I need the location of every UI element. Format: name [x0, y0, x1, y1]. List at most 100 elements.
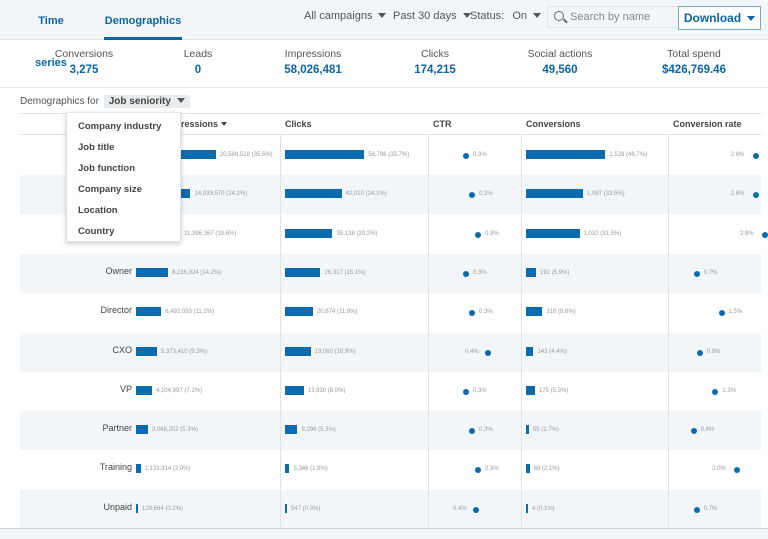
chevron-down-icon: [378, 13, 387, 18]
demographics-selected: Job seniority: [108, 96, 171, 107]
stat-value: 58,026,481: [284, 64, 342, 76]
row-label: Unpaid: [103, 501, 132, 512]
download-button[interactable]: Download: [678, 6, 761, 30]
impressions-value: 8,236,924 (14.2%): [171, 269, 222, 276]
conversions-value: 143 (4.4%): [537, 348, 567, 355]
campaigns-filter-label: All campaigns: [304, 10, 373, 22]
ctr-value: 0.3%: [473, 387, 487, 394]
demographics-for: Demographics for Job seniority: [20, 95, 190, 108]
ctr-dot: [469, 428, 475, 435]
column-header-conversions[interactable]: Conversions: [526, 119, 581, 129]
date-range-label: Past 30 days: [393, 10, 457, 22]
column-header-clicks[interactable]: Clicks: [285, 119, 312, 129]
conversions-value: 192 (5.9%): [540, 269, 570, 276]
clicks-bar: [285, 189, 342, 199]
status-filter[interactable]: Status: On: [470, 10, 541, 22]
conversion-rate-value: 0.6%: [700, 427, 715, 434]
ctr-value: 0.4%: [465, 348, 479, 355]
table-row[interactable]: VP 4,104,997 (7.1%) 13,930 (8.0%) 0.3% 175 (…: [20, 372, 761, 411]
impressions-value: 4,104,997 (7.1%): [155, 387, 202, 394]
clicks-bar: [285, 307, 313, 317]
conversion-rate-value: 2.6%: [730, 152, 745, 158]
table-row[interactable]: Director 6,492,093 (11.2%) 20,674 (11.9%) 0…: [20, 293, 761, 332]
table-row[interactable]: Owner 8,236,924 (14.2%) 26,317 (15.1%) 0.3%…: [20, 253, 761, 293]
stat-label: Conversions: [54, 48, 114, 60]
conversions-value: 316 (9.6%): [546, 309, 576, 316]
conversions-value: 1,032 (31.5%): [583, 230, 622, 237]
stat-value: 3,275: [69, 64, 99, 76]
clicks-value: 13,930 (8.0%): [307, 387, 346, 394]
stat-value: 174,215: [414, 64, 456, 76]
tab-time-series[interactable]: Time series: [22, 0, 80, 69]
clicks-value: 19,060 (10.9%): [314, 348, 356, 355]
column-header-conversion-rate[interactable]: Conversion rate: [673, 119, 742, 129]
stat-conversions: Conversions 3,275: [19, 48, 149, 76]
ctr-value: 0.3%: [473, 152, 487, 158]
conversion-rate-value: 2.9%: [740, 230, 754, 237]
impressions-value: 129,664 (0.2%): [142, 505, 184, 512]
conversion-rate-value: 0.8%: [706, 348, 721, 355]
ctr-dot: [475, 231, 481, 238]
stat-social-actions: Social actions 49,560: [495, 48, 625, 76]
chevron-down-icon: [747, 16, 756, 21]
ctr-value: 0.3%: [479, 309, 493, 316]
search-input[interactable]: Search by name: [547, 6, 680, 28]
conversion-rate-value: 2.0%: [712, 466, 726, 473]
search-placeholder: Search by name: [570, 11, 651, 23]
ctr-value: 0.4%: [453, 505, 467, 512]
dropdown-item-company-size[interactable]: Company size: [78, 184, 142, 195]
demographics-for-label: Demographics for: [20, 96, 99, 107]
date-range-filter[interactable]: Past 30 days: [393, 10, 471, 22]
conversions-bar: [526, 346, 534, 356]
sort-icon: [221, 122, 228, 126]
stat-value: $426,769.46: [662, 64, 726, 76]
dropdown-item-location[interactable]: Location: [78, 205, 118, 216]
column-header-ctr[interactable]: CTR: [433, 119, 452, 129]
footer: [0, 529, 768, 539]
ctr-dot: [463, 153, 469, 159]
dropdown-item-job-title[interactable]: Job title: [78, 142, 114, 153]
table-row[interactable]: Training 1,133,914 (2.0%) 3,346 (1.9%) 0.3%…: [20, 450, 761, 489]
clicks-value: 3,346 (1.9%): [293, 466, 328, 473]
conversion-rate-dot: [693, 270, 700, 277]
campaigns-filter[interactable]: All campaigns: [304, 10, 387, 22]
conversion-rate-value: 0.7%: [703, 269, 718, 276]
impressions-value: 14,039,570 (24.2%): [194, 191, 248, 198]
conversions-value: 55 (1.7%): [532, 427, 559, 434]
tab-demographics[interactable]: Demographics: [104, 0, 182, 40]
dropdown-item-country[interactable]: Country: [78, 226, 114, 237]
table-row[interactable]: CXO 5,373,410 (9.3%) 19,060 (10.9%) 0.4% 143…: [20, 332, 761, 372]
conversions-value: 68 (2.1%): [533, 466, 560, 473]
dropdown-item-job-function[interactable]: Job function: [78, 163, 135, 174]
impressions-value: 11,396,367 (19.6%): [184, 230, 237, 237]
conversions-bar: [526, 425, 529, 435]
clicks-bar: [285, 228, 333, 238]
conversion-rate-dot: [718, 310, 725, 317]
ctr-value: 0.3%: [485, 466, 499, 473]
dropdown-item-company-industry[interactable]: Company industry: [78, 121, 161, 132]
demographics-select[interactable]: Job seniority: [103, 95, 190, 108]
clicks-value: 547 (0.3%): [291, 505, 321, 512]
conversions-value: 4 (0.1%): [532, 505, 555, 512]
conversions-bar: [526, 189, 583, 199]
column-divider: [668, 135, 669, 529]
column-divider: [280, 135, 281, 529]
ctr-dot: [469, 192, 475, 199]
impressions-value: 20,588,518 (35.5%): [219, 152, 273, 158]
stat-label: Leads: [183, 48, 213, 60]
table-row[interactable]: Partner 3,068,202 (5.3%) 9,298 (5.3%) 0.3% 5…: [20, 411, 761, 451]
clicks-bar: [285, 385, 304, 395]
impressions-bar: [136, 503, 138, 513]
stat-label: Clicks: [421, 48, 449, 60]
clicks-value: 58,796 (33.7%): [368, 152, 410, 158]
ctr-value: 0.3%: [485, 230, 499, 237]
ctr-dot: [469, 310, 475, 317]
conversion-rate-dot: [734, 467, 741, 474]
stat-label: Impressions: [284, 48, 342, 60]
table-row[interactable]: Unpaid 129,664 (0.2%) 547 (0.3%) 0.4% 4 (0.1…: [20, 489, 761, 529]
clicks-value: 26,317 (15.1%): [324, 269, 366, 276]
row-label: Partner: [102, 423, 132, 434]
conversion-rate-value: 1.5%: [728, 309, 743, 316]
column-divider: [521, 135, 522, 529]
status-label: Status:: [470, 10, 505, 22]
